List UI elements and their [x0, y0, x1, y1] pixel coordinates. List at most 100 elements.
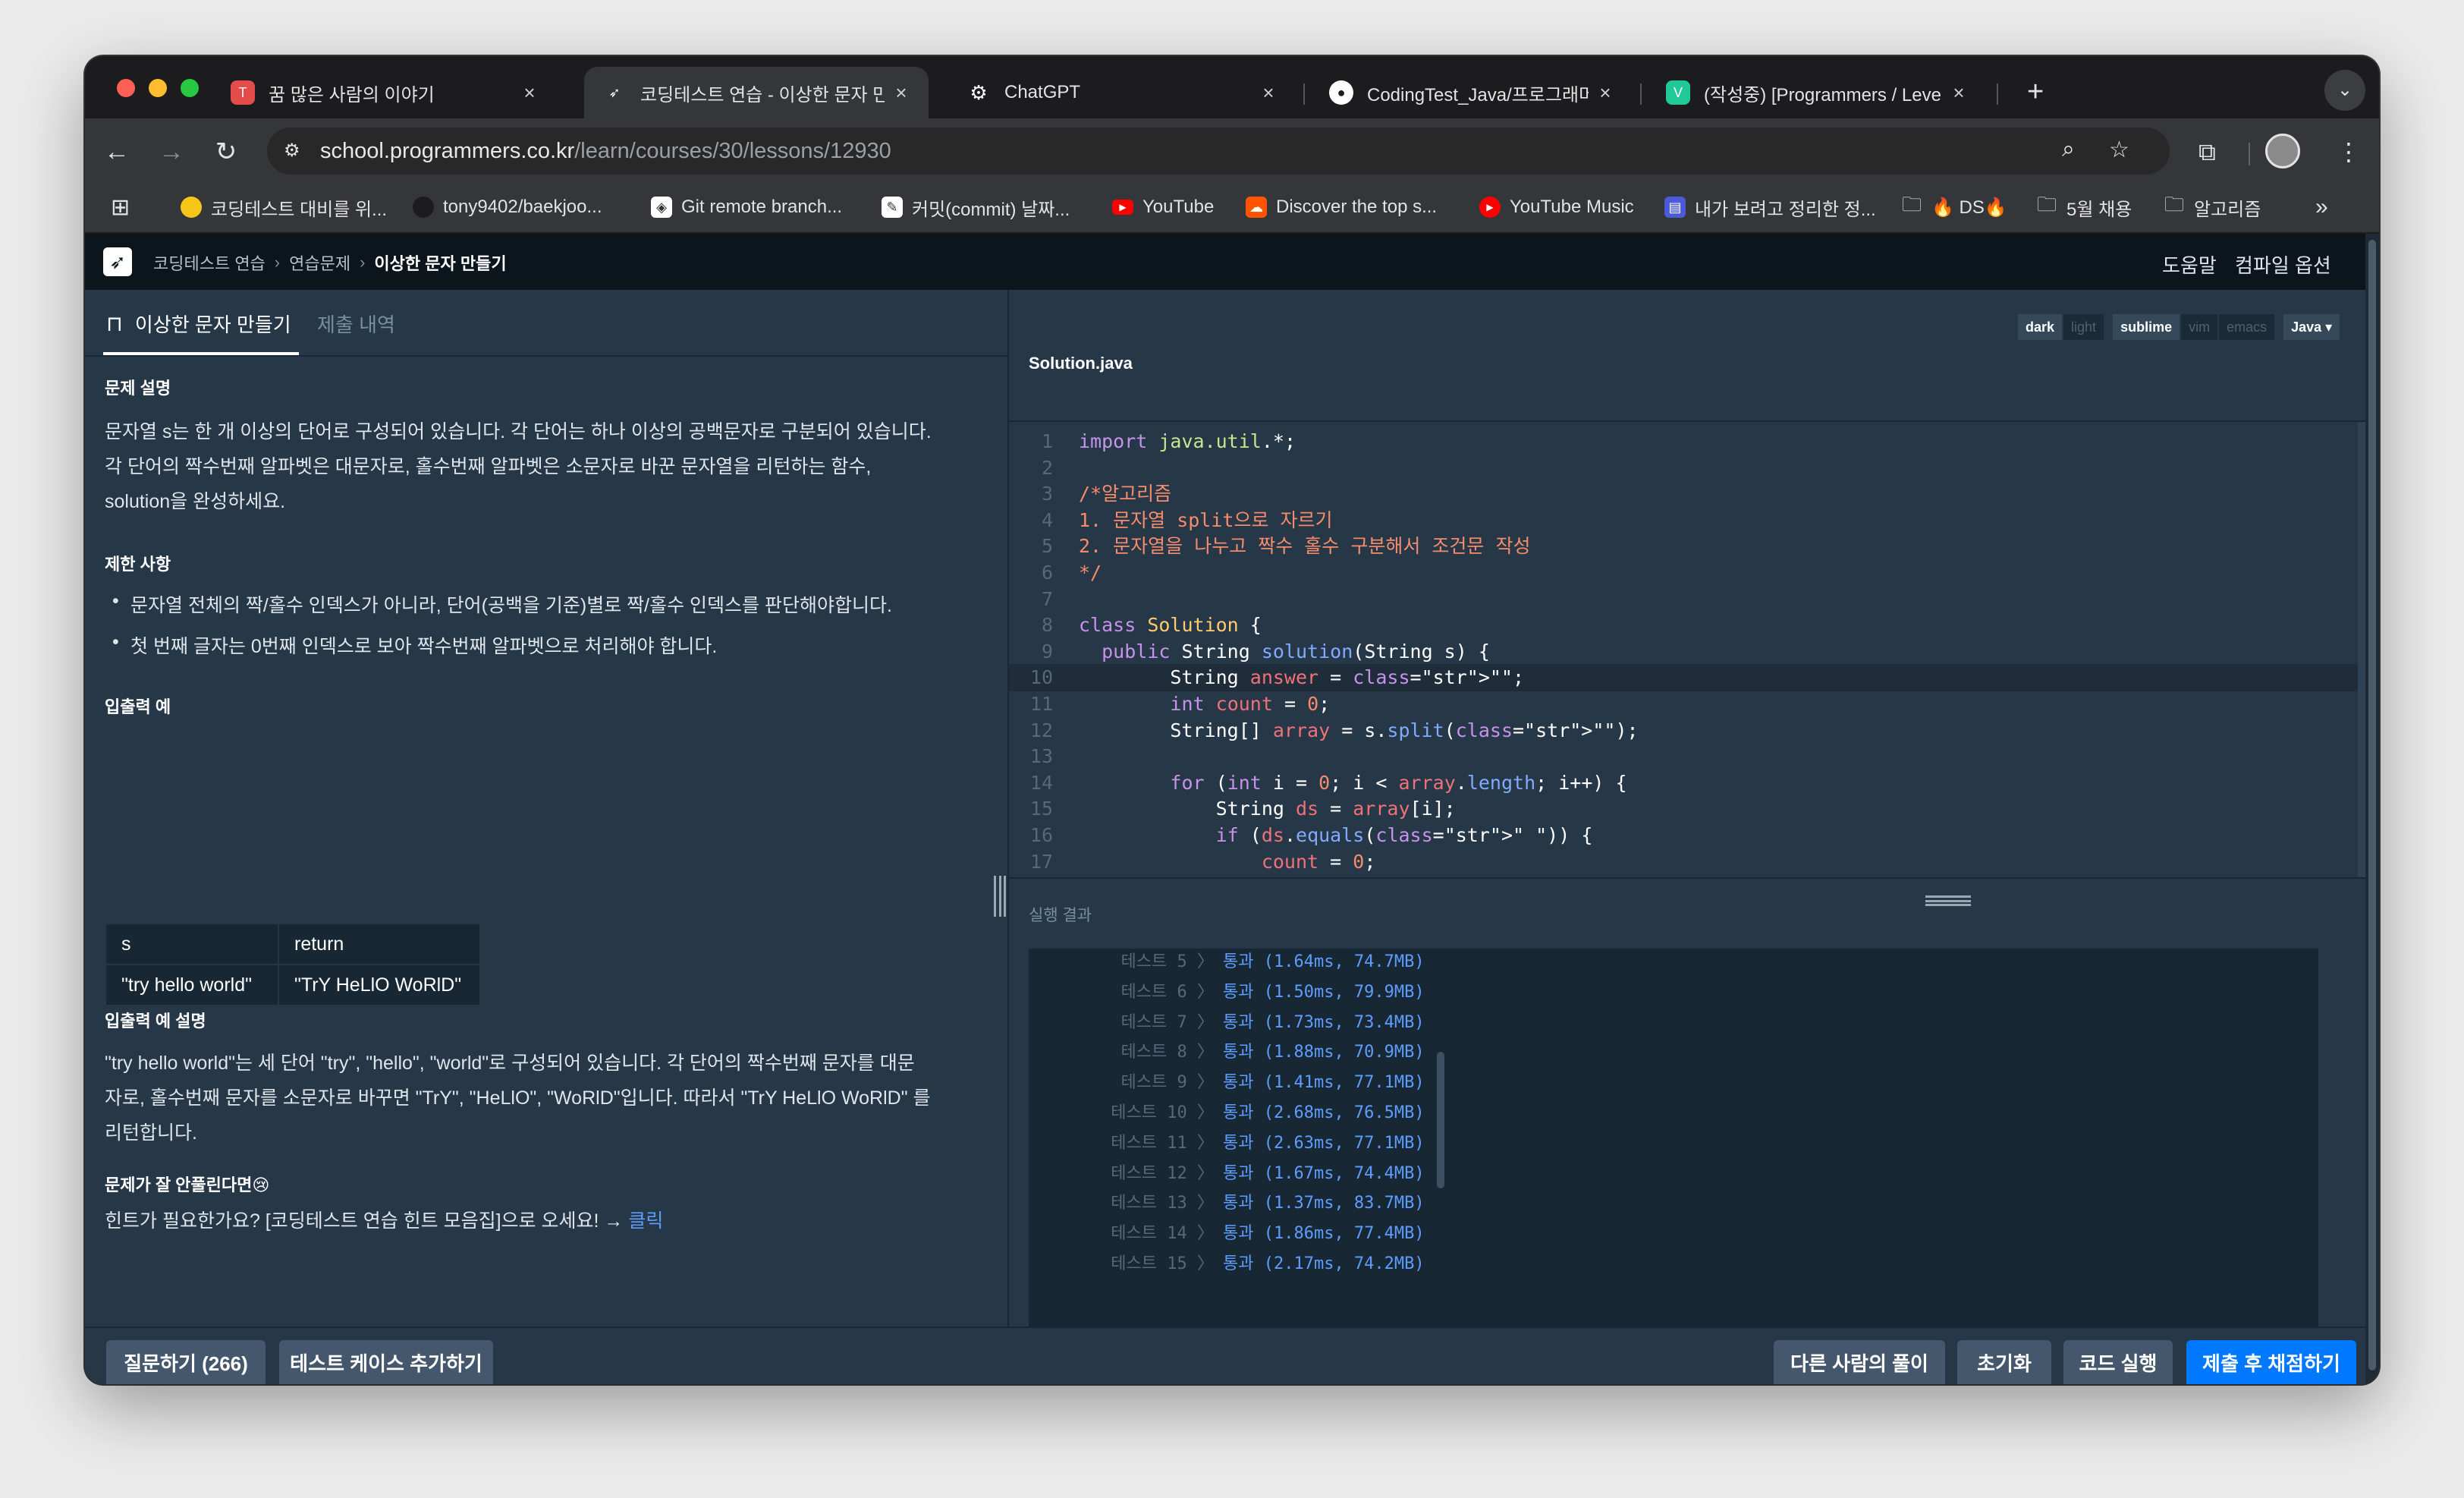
profile-avatar[interactable]: [2265, 134, 2300, 168]
file-tab: Solution.java: [1009, 354, 2367, 422]
ask-question-button[interactable]: 질문하기 (266): [106, 1340, 266, 1384]
back-arrow-icon[interactable]: ←: [97, 132, 137, 172]
minimize-window-button[interactable]: [149, 79, 167, 97]
extensions-puzzle-icon[interactable]: ⧉: [2198, 132, 2216, 172]
bookmark-folder[interactable]: 🗀 🔥 DS🔥: [1901, 193, 2007, 220]
browser-tab[interactable]: T 꿈 많은 사람의 이야기 ×: [212, 67, 557, 118]
close-tab-icon[interactable]: ×: [1596, 81, 1614, 105]
page-scrollbar[interactable]: [2365, 234, 2379, 1384]
close-tab-icon[interactable]: ×: [892, 81, 910, 105]
section-heading: 입출력 예 설명: [105, 1012, 206, 1031]
code-text: 2. 문자열을 나누고 짝수 홀수 구분해서 조건문 작성: [1079, 535, 1531, 558]
bookmark-item[interactable]: ▶ YouTube Music: [1479, 194, 1634, 220]
bookmark-item[interactable]: ▤ 내가 보려고 정리한 정...: [1664, 194, 1876, 220]
site-settings-icon[interactable]: ⚙: [284, 140, 306, 162]
bookmark-star-icon[interactable]: ☆: [2109, 137, 2129, 163]
tab-submissions[interactable]: 제출 내역: [317, 310, 395, 338]
code-line[interactable]: 5 2. 문자열을 나누고 짝수 홀수 구분해서 조건문 작성: [1009, 533, 2359, 560]
file-name: Solution.java: [1029, 354, 1133, 373]
bookmark-item[interactable]: ☁ Discover the top s...: [1246, 194, 1437, 220]
test-result: 통과 (1.88ms, 70.9MB): [1223, 1043, 1425, 1062]
bookmark-item[interactable]: tony9402/baekjoo...: [413, 194, 602, 220]
help-link[interactable]: 도움말: [2162, 250, 2217, 279]
browser-tab-active[interactable]: ➶ 코딩테스트 연습 - 이상한 문자 만들 ×: [584, 67, 929, 118]
tab-search-chevron-icon[interactable]: ⌄: [2324, 70, 2365, 111]
code-line[interactable]: 8 class Solution {: [1009, 612, 2359, 639]
bookmark-item[interactable]: ▶ YouTube: [1112, 194, 1214, 220]
more-menu-icon[interactable]: ⋮: [2337, 132, 2361, 172]
code-line[interactable]: 6 */: [1009, 559, 2359, 587]
browser-tab[interactable]: V (작성중) [Programmers / Level ×: [1648, 67, 1986, 118]
forward-arrow-icon[interactable]: →: [152, 132, 191, 172]
code-line[interactable]: 7: [1009, 586, 2359, 613]
more-bookmarks-chevron-icon[interactable]: »: [2315, 194, 2328, 220]
code-line[interactable]: 16 if (ds.equals(class="str">" ")) {: [1009, 822, 2359, 849]
result-scrollbar[interactable]: [1437, 1052, 1444, 1188]
code-line[interactable]: 10 String answer = class="str">"";: [1009, 664, 2359, 692]
run-code-button[interactable]: 코드 실행: [2063, 1340, 2173, 1384]
hint-link[interactable]: 클릭: [628, 1210, 663, 1232]
close-window-button[interactable]: [117, 79, 135, 97]
code-text: import java.util.*;: [1079, 430, 1296, 452]
panel-resize-handle[interactable]: [994, 876, 1006, 917]
page-scrollbar-thumb[interactable]: [2368, 240, 2376, 1371]
code-area[interactable]: 1 import java.util.*; 2 3 /*알고리즘 4 1. 문자열 spli…: [1009, 422, 2367, 877]
code-line[interactable]: 12 String[] array = s.split(class="str">…: [1009, 717, 2359, 744]
programmers-logo-icon[interactable]: ➶: [103, 247, 132, 276]
url-text[interactable]: school.programmers.co.kr/learn/courses/3…: [320, 139, 891, 164]
section-heading: 입출력 예: [105, 697, 171, 716]
browser-tab[interactable]: ● CodingTest_Java/프로그래머스/ ×: [1311, 67, 1633, 118]
submit-button[interactable]: 제출 후 채점하기: [2186, 1340, 2356, 1384]
test-result: 통과 (1.41ms, 77.1MB): [1223, 1073, 1425, 1093]
keymap-vim-option[interactable]: vim: [2181, 314, 2220, 340]
line-number: 15: [1029, 798, 1053, 820]
code-line[interactable]: 4 1. 문자열 split으로 자르기: [1009, 507, 2359, 534]
tab-problem[interactable]: ⊓ 이상한 문자 만들기: [106, 310, 291, 338]
code-scrollbar[interactable]: [2358, 422, 2365, 877]
code-line[interactable]: 17 count = 0;: [1009, 848, 2359, 876]
language-select[interactable]: Java ▾: [2283, 314, 2342, 340]
reload-icon[interactable]: ↻: [206, 132, 246, 172]
bookmark-item[interactable]: 코딩테스트 대비를 위...: [181, 194, 387, 220]
address-bar[interactable]: ⚙ school.programmers.co.kr/learn/courses…: [267, 127, 2170, 175]
browser-tab[interactable]: ⚙ ChatGPT ×: [948, 67, 1296, 118]
add-testcase-button[interactable]: 테스트 케이스 추가하기: [279, 1340, 493, 1384]
code-line[interactable]: 2: [1009, 455, 2359, 482]
code-line[interactable]: 11 int count = 0;: [1009, 691, 2359, 718]
breadcrumb-item[interactable]: 연습문제: [289, 250, 350, 275]
code-text: for (int i = 0; i < array.length; i++) {: [1170, 771, 1627, 794]
code-line[interactable]: 15 String ds = array[i];: [1009, 795, 2359, 823]
test-label: 테스트 8 〉: [1120, 1043, 1214, 1062]
close-tab-icon[interactable]: ×: [520, 81, 539, 105]
zoom-magnifier-icon[interactable]: ⌕: [2062, 137, 2075, 162]
theme-dark-option[interactable]: dark: [2018, 314, 2064, 340]
others-solutions-button[interactable]: 다른 사람의 풀이: [1774, 1340, 1945, 1384]
result-row: 테스트 7 〉 통과 (1.73ms, 73.4MB): [1029, 1008, 2318, 1038]
keymap-sublime-option[interactable]: sublime: [2113, 314, 2182, 340]
close-tab-icon[interactable]: ×: [1950, 81, 1968, 105]
code-line[interactable]: 13: [1009, 743, 2359, 770]
compile-options-link[interactable]: 컴파일 옵션: [2235, 250, 2331, 279]
code-line[interactable]: 9 public String solution(String s) {: [1009, 638, 2359, 666]
result-row: 테스트 8 〉 통과 (1.88ms, 70.9MB): [1029, 1037, 2318, 1068]
new-tab-button[interactable]: +: [2027, 73, 2044, 111]
bookmark-label: 코딩테스트 대비를 위...: [211, 199, 388, 220]
zoom-window-button[interactable]: [181, 79, 199, 97]
close-tab-icon[interactable]: ×: [1259, 81, 1278, 105]
apps-grid-icon[interactable]: ⊞: [111, 194, 130, 220]
keymap-emacs-option[interactable]: emacs: [2219, 314, 2277, 340]
section-heading: 문제가 잘 안풀린다면😢: [105, 1175, 270, 1194]
bookmark-item[interactable]: ◈ Git remote branch...: [651, 194, 842, 220]
code-line[interactable]: 14 for (int i = 0; i < array.length; i++…: [1009, 769, 2359, 797]
bookmark-item[interactable]: ✎ 커밋(commit) 날짜...: [882, 194, 1070, 220]
result-row: 테스트 12 〉 통과 (1.67ms, 74.4MB): [1029, 1159, 2318, 1189]
theme-light-option[interactable]: light: [2063, 314, 2106, 340]
bookmark-folder[interactable]: 🗀 5월 채용: [2036, 193, 2132, 220]
line-number: 17: [1029, 850, 1053, 873]
reset-button[interactable]: 초기화: [1957, 1340, 2051, 1384]
test-label: 테스트 12 〉: [1111, 1163, 1214, 1183]
bookmark-folder[interactable]: 🗀 알고리즘: [2164, 193, 2261, 220]
code-line[interactable]: 3 /*알고리즘: [1009, 480, 2359, 508]
breadcrumb-item[interactable]: 코딩테스트 연습: [153, 250, 266, 275]
code-line[interactable]: 1 import java.util.*;: [1009, 428, 2359, 455]
